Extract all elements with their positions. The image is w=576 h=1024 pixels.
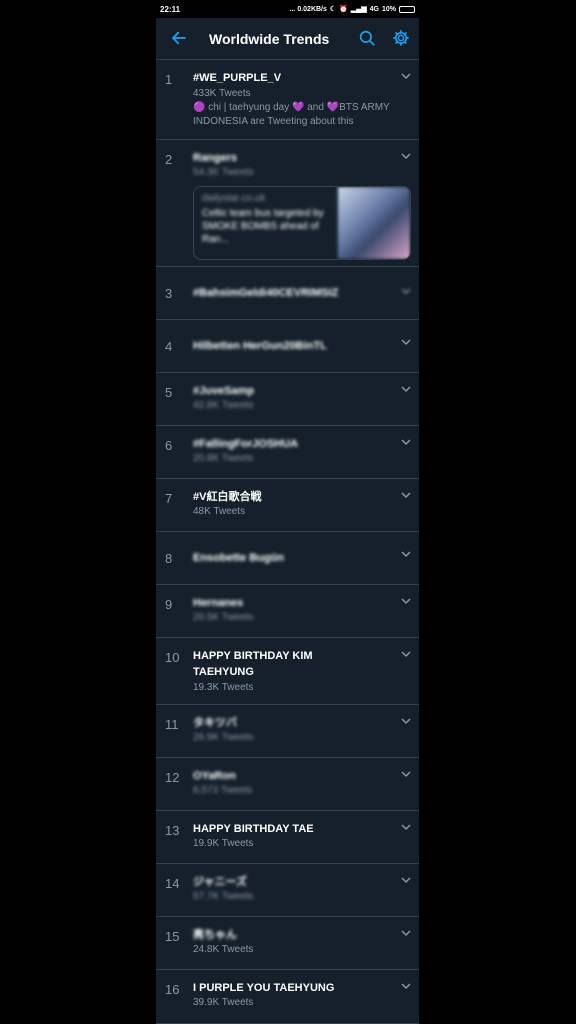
- chevron-down-icon[interactable]: [401, 491, 411, 499]
- trend-item[interactable]: 16 I PURPLE YOU TAEHYUNG 39.9K Tweets: [156, 970, 419, 1024]
- chevron-down-icon[interactable]: [401, 823, 411, 831]
- moon-icon: ☾: [329, 6, 337, 13]
- trend-rank: 6: [165, 438, 173, 453]
- alarm-icon: ⏰: [339, 6, 348, 13]
- trend-name: #WE_PURPLE_V: [193, 72, 282, 84]
- trend-tweet-count: 54.3K Tweets: [193, 167, 254, 178]
- trend-name: #JuveSamp: [193, 385, 255, 397]
- status-time: 22:11: [160, 4, 181, 14]
- trend-rank: 16: [165, 982, 180, 997]
- trend-tweet-count: 19.9K Tweets: [193, 838, 254, 849]
- chevron-down-icon[interactable]: [401, 287, 411, 295]
- trend-tweet-count: 8,573 Tweets: [193, 785, 253, 796]
- trend-rank: 7: [165, 491, 173, 506]
- chevron-down-icon[interactable]: [401, 597, 411, 605]
- search-icon[interactable]: [358, 29, 376, 47]
- chevron-down-icon[interactable]: [401, 929, 411, 937]
- chevron-down-icon[interactable]: [401, 770, 411, 778]
- chevron-down-icon[interactable]: [401, 550, 411, 558]
- trend-item[interactable]: 7 #V紅白歌合戦 48K Tweets: [156, 479, 419, 532]
- trend-item[interactable]: 12 OYaRon 8,573 Tweets: [156, 758, 419, 811]
- news-source: dailystar.co.uk: [202, 193, 266, 204]
- trend-item[interactable]: 2 Rangers 54.3K Tweets dailystar.co.uk C…: [156, 140, 419, 267]
- trend-rank: 12: [165, 770, 180, 785]
- chevron-down-icon[interactable]: [401, 982, 411, 990]
- trend-tweet-count: 20.5K Tweets: [193, 612, 254, 623]
- news-card[interactable]: dailystar.co.uk Celtic team bus targeted…: [193, 186, 411, 260]
- chevron-down-icon[interactable]: [401, 438, 411, 446]
- trend-item[interactable]: 5 #JuveSamp 42.8K Tweets: [156, 373, 419, 426]
- trend-item[interactable]: 14 ジャニーズ 57.7K Tweets: [156, 864, 419, 917]
- phone-screen: 22:11 ... 0.02KB/s ☾ ⏰ ▂▄▆ 4G 10% Worldw…: [156, 0, 419, 1024]
- network-type: 4G: [369, 5, 379, 13]
- trend-item[interactable]: 8 Ensobette Bugün: [156, 532, 419, 585]
- trend-tweet-count: 20.8K Tweets: [193, 453, 254, 464]
- news-headline: Celtic team bus targeted by SMOKE BOMBS …: [202, 208, 324, 245]
- trend-item[interactable]: 10 HAPPY BIRTHDAY KIM TAEHYUNG 19.3K Twe…: [156, 638, 419, 705]
- trend-item[interactable]: 13 HAPPY BIRTHDAY TAE 19.9K Tweets: [156, 811, 419, 864]
- signal-icon: ▂▄▆: [350, 6, 367, 13]
- trend-rank: 10: [165, 650, 180, 665]
- net-speed: ... 0.02KB/s: [289, 5, 327, 13]
- trend-rank: 4: [165, 339, 173, 354]
- trend-name: #FallingForJOSHUA: [193, 438, 299, 450]
- trend-rank: 9: [165, 597, 173, 612]
- trend-name: Hernanes: [193, 597, 244, 609]
- trend-rank: 14: [165, 876, 180, 891]
- battery-percent: 10%: [381, 5, 396, 13]
- chevron-down-icon[interactable]: [401, 72, 411, 80]
- trend-rank: 2: [165, 152, 173, 167]
- trend-name: I PURPLE YOU TAEHYUNG: [193, 982, 335, 994]
- trend-name: Hilbetten HerGun20BinTL: [193, 340, 327, 352]
- trend-rank: 11: [165, 717, 179, 732]
- trend-tweet-count: 24.8K Tweets: [193, 944, 254, 955]
- trend-item[interactable]: 3 #BahsimGeldi40CEVRIMSIZ: [156, 267, 419, 320]
- chevron-down-icon[interactable]: [401, 152, 411, 160]
- trend-item[interactable]: 6 #FallingForJOSHUA 20.8K Tweets: [156, 426, 419, 479]
- trend-tweet-count: 42.8K Tweets: [193, 400, 254, 411]
- trend-item[interactable]: 9 Hernanes 20.5K Tweets: [156, 585, 419, 638]
- trend-name: #BahsimGeldi40CEVRIMSIZ: [193, 287, 339, 299]
- trend-name: 亮ちゃん: [193, 929, 237, 941]
- trend-item[interactable]: 4 Hilbetten HerGun20BinTL: [156, 320, 419, 373]
- trend-tweet-count: 433K Tweets: [193, 88, 251, 99]
- gear-icon[interactable]: [392, 29, 410, 47]
- trend-name: Ensobette Bugün: [193, 552, 285, 564]
- chevron-down-icon[interactable]: [401, 717, 411, 725]
- trend-name: OYaRon: [193, 770, 236, 782]
- news-thumbnail: [338, 187, 410, 259]
- battery-icon: [399, 5, 415, 13]
- trend-item[interactable]: 11 タキツバ 26.9K Tweets: [156, 705, 419, 758]
- arrow-left-icon[interactable]: [170, 29, 188, 47]
- trend-name: #V紅白歌合戦: [193, 491, 262, 503]
- trend-item[interactable]: 1 #WE_PURPLE_V 433K Tweets 🟣 chi | taehy…: [156, 60, 419, 140]
- trend-name: HAPPY BIRTHDAY TAE: [193, 823, 314, 835]
- trend-name: タキツバ: [193, 717, 237, 729]
- trend-item[interactable]: 15 亮ちゃん 24.8K Tweets: [156, 917, 419, 970]
- trend-name: HAPPY BIRTHDAY KIM TAEHYUNG: [193, 650, 313, 678]
- chevron-down-icon[interactable]: [401, 650, 411, 658]
- chevron-down-icon[interactable]: [401, 338, 411, 346]
- trend-context: 🟣 chi | taehyung day 💜 and 💜BTS ARMY IND…: [193, 102, 390, 127]
- trend-rank: 15: [165, 929, 180, 944]
- status-bar: 22:11 ... 0.02KB/s ☾ ⏰ ▂▄▆ 4G 10%: [156, 0, 419, 18]
- trend-rank: 1: [165, 72, 173, 87]
- trend-name: Rangers: [193, 152, 238, 164]
- trend-tweet-count: 39.9K Tweets: [193, 997, 254, 1008]
- trend-tweet-count: 26.9K Tweets: [193, 732, 254, 743]
- app-bar: Worldwide Trends: [156, 18, 419, 60]
- trend-rank: 13: [165, 823, 180, 838]
- trend-name: ジャニーズ: [193, 876, 247, 888]
- trend-tweet-count: 57.7K Tweets: [193, 891, 254, 902]
- chevron-down-icon[interactable]: [401, 876, 411, 884]
- trend-rank: 5: [165, 385, 173, 400]
- page-title: Worldwide Trends: [209, 31, 330, 47]
- trend-rank: 8: [165, 551, 173, 566]
- trend-tweet-count: 48K Tweets: [193, 506, 246, 517]
- trend-rank: 3: [165, 286, 173, 301]
- chevron-down-icon[interactable]: [401, 385, 411, 393]
- trend-tweet-count: 19.3K Tweets: [193, 682, 254, 693]
